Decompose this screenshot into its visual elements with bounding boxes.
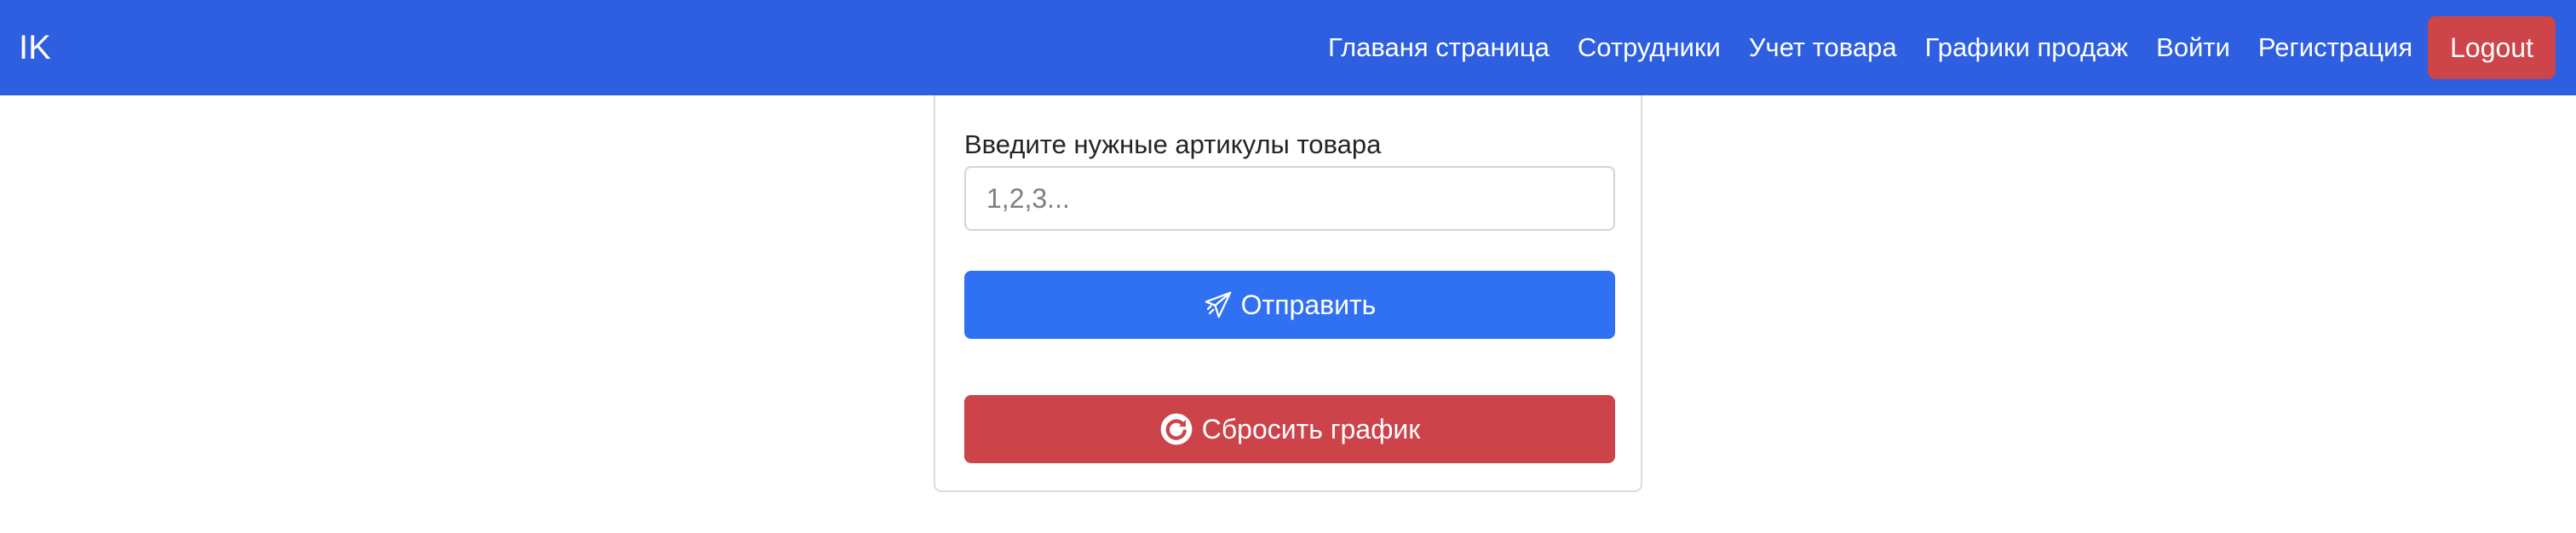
nav-link-home[interactable]: Главаня страница bbox=[1328, 32, 1550, 63]
send-button[interactable]: Отправить bbox=[964, 271, 1615, 339]
articles-form-card: Введите нужные артикулы товара Отправить… bbox=[934, 95, 1642, 492]
paper-plane-icon bbox=[1204, 290, 1233, 319]
nav-link-register[interactable]: Регистрация bbox=[2258, 32, 2412, 63]
nav-link-sales-charts[interactable]: Графики продаж bbox=[1925, 32, 2129, 63]
nav-menu: Главаня страница Сотрудники Учет товара … bbox=[1300, 0, 2556, 95]
logout-button[interactable]: Logout bbox=[2428, 16, 2556, 79]
articles-field-label: Введите нужные артикулы товара bbox=[964, 129, 1382, 159]
navbar: IK Главаня страница Сотрудники Учет това… bbox=[0, 0, 2576, 95]
articles-input[interactable] bbox=[964, 166, 1615, 231]
nav-link-employees[interactable]: Сотрудники bbox=[1578, 32, 1721, 63]
brand-logo[interactable]: IK bbox=[19, 26, 51, 70]
nav-link-login[interactable]: Войти bbox=[2156, 32, 2230, 63]
send-button-label: Отправить bbox=[1240, 289, 1377, 320]
reset-chart-button[interactable]: Сбросить график bbox=[964, 395, 1615, 463]
nav-link-inventory[interactable]: Учет товара bbox=[1749, 32, 1897, 63]
reset-button-label: Сбросить график bbox=[1201, 413, 1421, 444]
refresh-circle-icon bbox=[1159, 412, 1193, 446]
